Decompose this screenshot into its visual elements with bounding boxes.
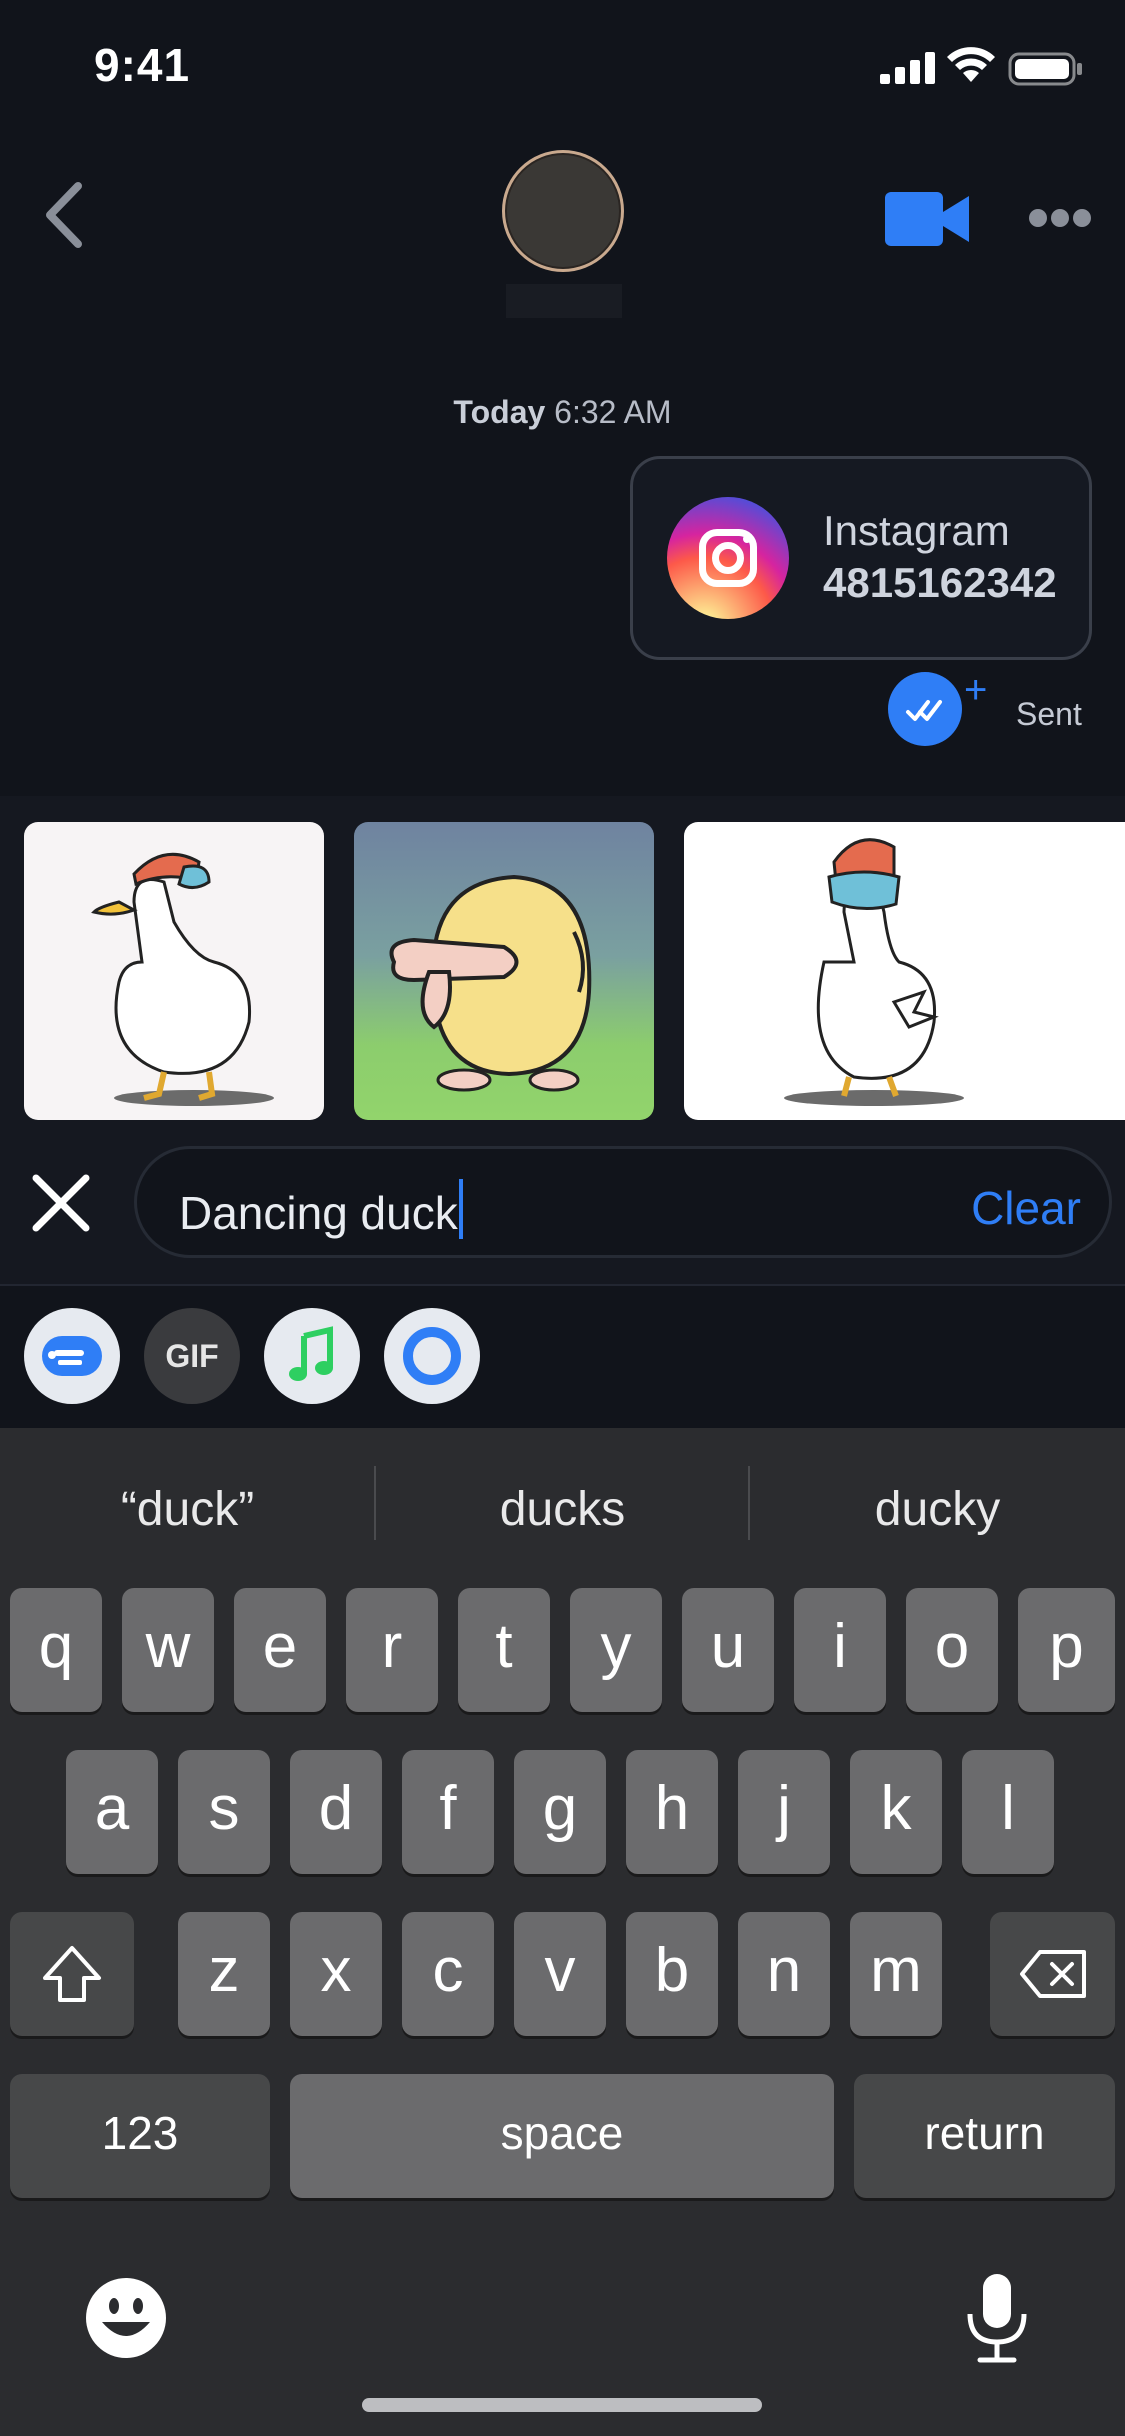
timestamp-time: 6:32 AM bbox=[554, 394, 672, 430]
more-options-icon[interactable] bbox=[1028, 206, 1092, 230]
delete-key[interactable] bbox=[990, 1912, 1115, 2036]
sticker-icon[interactable] bbox=[24, 1308, 120, 1404]
battery-icon bbox=[1008, 52, 1082, 86]
key-g[interactable]: g bbox=[514, 1750, 606, 1874]
key-w[interactable]: w bbox=[122, 1588, 214, 1712]
text-caret bbox=[458, 1179, 463, 1239]
key-f[interactable]: f bbox=[402, 1750, 494, 1874]
gif-result[interactable] bbox=[24, 822, 324, 1120]
gif-search-field[interactable]: Dancing duck Clear bbox=[134, 1146, 1112, 1258]
key-l[interactable]: l bbox=[962, 1750, 1054, 1874]
key-d[interactable]: d bbox=[290, 1750, 382, 1874]
backspace-icon bbox=[1019, 1950, 1086, 1998]
key-c[interactable]: c bbox=[402, 1912, 494, 2036]
numbers-key[interactable]: 123 bbox=[10, 2074, 270, 2198]
key-a[interactable]: a bbox=[66, 1750, 158, 1874]
contact-avatar[interactable] bbox=[502, 150, 624, 272]
home-indicator[interactable] bbox=[362, 2398, 762, 2412]
status-time: 9:41 bbox=[94, 39, 191, 91]
gif-result[interactable] bbox=[684, 822, 1125, 1120]
key-n[interactable]: n bbox=[738, 1912, 830, 2036]
back-chevron-icon[interactable] bbox=[40, 180, 90, 250]
search-input-text[interactable]: Dancing duck bbox=[179, 1187, 458, 1239]
shift-key[interactable] bbox=[10, 1912, 134, 2036]
key-t[interactable]: t bbox=[458, 1588, 550, 1712]
key-p[interactable]: p bbox=[1018, 1588, 1115, 1712]
shift-icon bbox=[43, 1946, 101, 2002]
suggestion-3[interactable]: ducky bbox=[750, 1482, 1125, 1537]
gif-tab-label: GIF bbox=[165, 1338, 219, 1374]
shared-contact-card[interactable]: Instagram 4815162342 bbox=[630, 456, 1092, 660]
key-j[interactable]: j bbox=[738, 1750, 830, 1874]
key-b[interactable]: b bbox=[626, 1912, 718, 2036]
key-z[interactable]: z bbox=[178, 1912, 270, 2036]
clear-button[interactable]: Clear bbox=[971, 1181, 1081, 1235]
suggestion-1[interactable]: “duck” bbox=[0, 1482, 375, 1537]
emoji-icon[interactable] bbox=[84, 2276, 168, 2360]
gif-tab[interactable]: GIF bbox=[144, 1308, 240, 1404]
key-x[interactable]: x bbox=[290, 1912, 382, 2036]
key-h[interactable]: h bbox=[626, 1750, 718, 1874]
double-check-icon bbox=[888, 672, 962, 746]
card-title: Instagram bbox=[823, 507, 1010, 554]
gif-result[interactable] bbox=[354, 822, 654, 1120]
key-q[interactable]: q bbox=[10, 1588, 102, 1712]
key-m[interactable]: m bbox=[850, 1912, 942, 2036]
circle-app-icon[interactable] bbox=[384, 1308, 480, 1404]
key-y[interactable]: y bbox=[570, 1588, 662, 1712]
music-note-icon[interactable] bbox=[264, 1308, 360, 1404]
divider bbox=[0, 1284, 1125, 1286]
key-v[interactable]: v bbox=[514, 1912, 606, 2036]
sent-status: Sent bbox=[1016, 696, 1082, 732]
key-e[interactable]: e bbox=[234, 1588, 326, 1712]
key-k[interactable]: k bbox=[850, 1750, 942, 1874]
wifi-icon bbox=[947, 47, 995, 82]
key-o[interactable]: o bbox=[906, 1588, 998, 1712]
microphone-icon[interactable] bbox=[962, 2270, 1032, 2366]
cellular-signal-icon bbox=[880, 52, 935, 84]
status-bar: 9:41 bbox=[0, 0, 1125, 132]
add-reaction-icon[interactable]: + bbox=[964, 670, 987, 710]
message-timestamp: Today 6:32 AM bbox=[0, 394, 1125, 431]
return-key[interactable]: return bbox=[854, 2074, 1115, 2198]
instagram-logo-icon bbox=[667, 497, 789, 619]
timestamp-day: Today bbox=[453, 394, 546, 430]
key-r[interactable]: r bbox=[346, 1588, 438, 1712]
close-icon[interactable] bbox=[30, 1172, 92, 1234]
key-u[interactable]: u bbox=[682, 1588, 774, 1712]
keyboard: “duck” ducks ducky q w e r t y u i o p a… bbox=[0, 1428, 1125, 2436]
suggestion-2[interactable]: ducks bbox=[375, 1482, 750, 1537]
contact-name-redacted bbox=[506, 284, 622, 318]
key-i[interactable]: i bbox=[794, 1588, 886, 1712]
card-number: 4815162342 bbox=[823, 559, 1057, 606]
space-key[interactable]: space bbox=[290, 2074, 834, 2198]
key-s[interactable]: s bbox=[178, 1750, 270, 1874]
video-call-icon[interactable] bbox=[885, 190, 969, 248]
